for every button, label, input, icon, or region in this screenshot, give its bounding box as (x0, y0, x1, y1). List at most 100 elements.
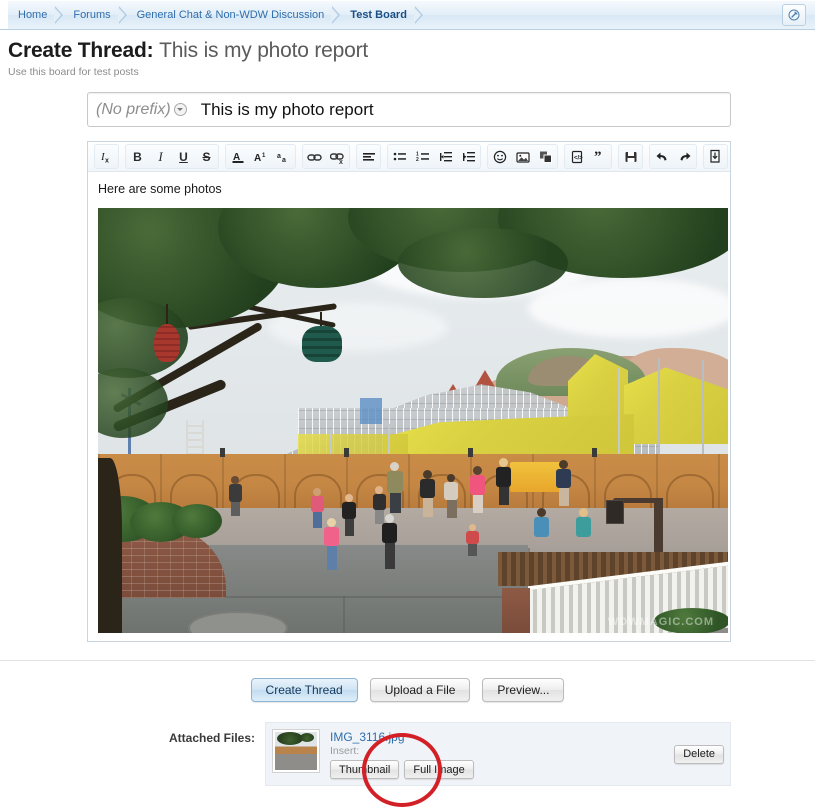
breadcrumb-item-forums[interactable]: Forums (63, 1, 127, 29)
delete-attachment-button[interactable]: Delete (674, 744, 724, 764)
create-thread-button[interactable]: Create Thread (250, 678, 358, 702)
redo-icon[interactable] (673, 146, 696, 167)
toolbar-group-source-toggle (703, 144, 728, 169)
bullet-list-icon[interactable] (388, 146, 411, 167)
photo-scaffold-post (702, 360, 704, 454)
toolbar-group-link-options: x (302, 144, 350, 169)
font-size-icon[interactable]: A1 (249, 146, 272, 167)
photo-cloud (528, 278, 728, 338)
breadcrumb-separator-icon (117, 6, 127, 24)
breadcrumb-label: Forums (73, 9, 111, 21)
breadcrumb: Home Forums General Chat & Non-WDW Discu… (0, 1, 423, 29)
attachment-thumbnail-image (275, 732, 317, 770)
toolbar-group-text-style: B I U S (125, 144, 219, 169)
breadcrumb-label: General Chat & Non-WDW Discussion (136, 9, 325, 21)
attachment-insert-label: Insert: (330, 745, 360, 757)
photo-pavement-seam (343, 596, 345, 633)
bold-icon[interactable]: B (126, 146, 149, 167)
undo-icon[interactable] (650, 146, 673, 167)
svg-text:a: a (282, 157, 286, 164)
photo-vendor-sign (510, 462, 562, 492)
svg-text:</>: </> (574, 155, 583, 161)
attachment-details: IMG_3116.jpg Insert: Thumbnail Full Imag… (330, 729, 474, 779)
breadcrumb-separator-icon (331, 6, 341, 24)
font-family-icon[interactable]: aa (272, 146, 295, 167)
page-title-prefix: Create Thread: (8, 39, 154, 62)
preview-button[interactable]: Preview... (482, 678, 565, 702)
prefix-select-value: (No prefix) (96, 100, 171, 118)
editor-content[interactable]: Here are some photos WDWMAGIC.COM (88, 172, 730, 641)
form-actions: Create Thread Upload a File Preview... (0, 678, 815, 702)
toolbar-group-draft (618, 144, 643, 169)
smilie-icon[interactable] (488, 146, 511, 167)
photo-wall-light (592, 448, 597, 457)
svg-text:a: a (277, 153, 281, 160)
remove-formatting-icon[interactable]: Ix (95, 146, 118, 167)
toolbar-group-media (487, 144, 558, 169)
insert-quote-icon[interactable]: ” (588, 146, 611, 167)
board-description: Use this board for test posts (8, 66, 139, 78)
thumbnail-tree-icon (277, 732, 303, 745)
insert-link-icon[interactable] (303, 146, 326, 167)
svg-text:x: x (339, 159, 343, 164)
align-icon[interactable] (357, 146, 380, 167)
insert-media-icon[interactable] (534, 146, 557, 167)
attachments-label: Attached Files: (168, 731, 255, 745)
insert-image-icon[interactable] (511, 146, 534, 167)
text-color-icon[interactable]: A (226, 146, 249, 167)
breadcrumb-item-general-chat[interactable]: General Chat & Non-WDW Discussion (127, 1, 341, 29)
strikethrough-icon[interactable]: S (195, 146, 218, 167)
insert-code-icon[interactable]: </> (565, 146, 588, 167)
form-divider (0, 660, 815, 661)
svg-text:2: 2 (416, 157, 419, 163)
photo-lantern-cord (166, 304, 168, 326)
photo-watermark: WDWMAGIC.COM (607, 616, 714, 628)
photo-scaffold-post (618, 368, 620, 454)
insert-thumbnail-button[interactable]: Thumbnail (330, 760, 400, 779)
page-title-subject: This is my photo report (159, 39, 369, 62)
chevron-down-icon (173, 103, 187, 116)
toolbar-group-alignment (356, 144, 381, 169)
editor-paragraph: Here are some photos (98, 182, 222, 196)
breadcrumb-separator-icon (413, 6, 423, 24)
breadcrumb-bar: Home Forums General Chat & Non-WDW Discu… (0, 0, 815, 30)
upload-file-button[interactable]: Upload a File (369, 678, 471, 702)
thread-title-row: (No prefix) (87, 92, 731, 127)
photo-blue-tarp (360, 398, 382, 424)
attachment-insert-buttons: Thumbnail Full Image (330, 760, 474, 779)
photo-tree-foliage (398, 228, 568, 298)
attachment-thumbnail[interactable] (272, 729, 320, 773)
photo-shrub (172, 504, 222, 538)
toolbar-group-clear-formatting: Ix (94, 144, 119, 169)
page-header: Create Thread: This is my photo report U… (0, 30, 815, 78)
svg-text:1: 1 (262, 153, 266, 159)
save-draft-icon[interactable] (619, 146, 642, 167)
photo-tree-trunk (98, 458, 122, 633)
insert-full-image-button[interactable]: Full Image (404, 760, 474, 779)
thread-title-input[interactable] (198, 98, 722, 121)
photo-lantern-green (302, 326, 342, 362)
remove-link-icon[interactable]: x (326, 146, 349, 167)
attachment-filename-link[interactable]: IMG_3116.jpg (330, 730, 474, 744)
italic-icon[interactable]: I (149, 146, 172, 167)
pin-icon[interactable] (782, 4, 806, 26)
svg-text:A: A (254, 153, 261, 164)
photo-lamp-head (606, 500, 624, 524)
construction-site-photo[interactable]: WDWMAGIC.COM (98, 208, 728, 633)
message-editor: Ix B I U S A A1 aa x 1 2 </> ” Here are … (87, 141, 731, 642)
breadcrumb-item-test-board[interactable]: Test Board (340, 1, 423, 29)
toggle-bbcode-icon[interactable] (704, 146, 727, 167)
thumbnail-tree-icon (300, 733, 314, 742)
outdent-icon[interactable] (434, 146, 457, 167)
photo-wall-light (344, 448, 349, 457)
breadcrumb-label: Test Board (350, 9, 407, 21)
numbered-list-icon[interactable]: 1 2 (411, 146, 434, 167)
toolbar-group-history (649, 144, 697, 169)
breadcrumb-item-home[interactable]: Home (8, 1, 64, 29)
prefix-select[interactable]: (No prefix) (96, 101, 189, 119)
toolbar-group-font-options: A A1 aa (225, 144, 296, 169)
attachments-section: Attached Files: IMG_3116.jpg Insert: Thu… (0, 722, 815, 807)
indent-icon[interactable] (457, 146, 480, 167)
underline-icon[interactable]: U (172, 146, 195, 167)
editor-toolbar: Ix B I U S A A1 aa x 1 2 </> ” (88, 142, 730, 172)
